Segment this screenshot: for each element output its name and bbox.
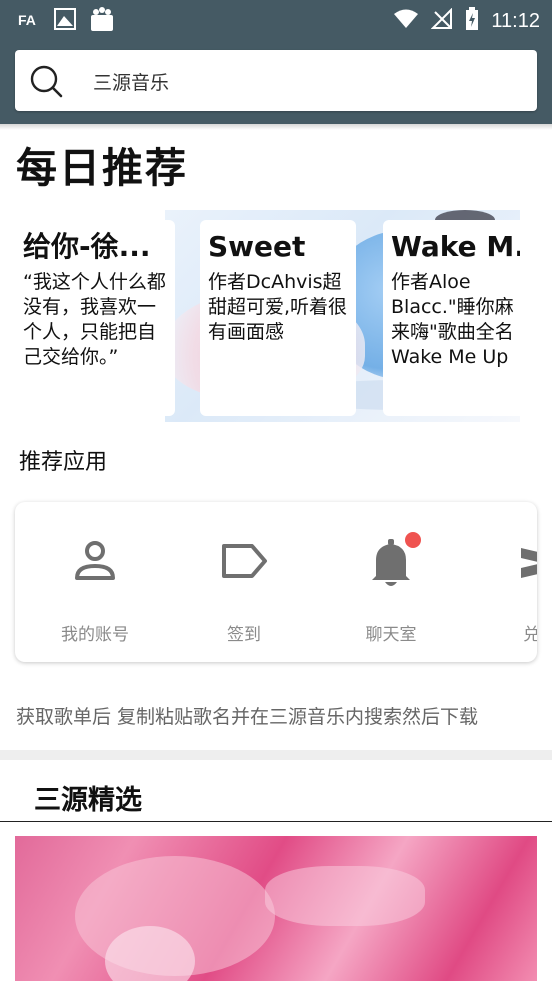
no-signal-icon [431, 7, 453, 34]
exchange-icon [521, 548, 537, 578]
keyboard-icon: FA [18, 11, 40, 31]
recommend-card[interactable]: Wake M... 作者Aloe Blacc."睡你麻来嗨"歌曲全名Wake M… [383, 220, 520, 416]
download-hint-text: 获取歌单后 复制粘贴歌名并在三源音乐内搜索然后下载 [16, 706, 479, 728]
shopping-bag-icon [90, 6, 114, 36]
status-bar-right: 11:12 [393, 6, 540, 36]
recommend-card[interactable]: Sweet 作者DcAhvis超甜超可爱,听着很有画面感 [200, 220, 356, 416]
tag-icon [222, 544, 267, 578]
picks-underline [0, 821, 552, 822]
picks-banner-image[interactable] [15, 836, 537, 981]
recommend-card-title: Sweet [208, 230, 306, 263]
svg-text:FA: FA [18, 12, 36, 27]
app-chat-room[interactable]: 聊天室 [316, 502, 466, 662]
notification-badge [405, 532, 421, 548]
app-label: 聊天室 [365, 625, 417, 645]
recommend-card-desc: “我这个人什么都没有，我喜欢一个人，只能把自己交给你。” [23, 271, 166, 368]
battery-charging-icon [465, 7, 479, 35]
daily-recommend-title: 每日推荐 [16, 144, 188, 192]
app-my-account[interactable]: 我的账号 [20, 502, 170, 662]
section-divider [0, 750, 552, 760]
status-time: 11:12 [491, 9, 540, 32]
app-exchange[interactable]: 兑换 [465, 502, 537, 662]
sanyuan-picks-title: 三源精选 [34, 785, 142, 816]
status-bar-left: FA [18, 6, 114, 36]
daily-recommend-carousel[interactable]: 给你-徐... “我这个人什么都没有，我喜欢一个人，只能把自己交给你。” Swe… [15, 210, 520, 422]
top-bar: FA 11:12 三源音乐 [0, 0, 552, 124]
app-check-in[interactable]: 签到 [169, 502, 319, 662]
recommend-card-title: 给你-徐... [23, 230, 151, 263]
app-label: 我的账号 [61, 625, 129, 645]
account-icon [75, 541, 115, 580]
app-label: 兑换 [523, 625, 537, 645]
header-shadow [0, 124, 552, 130]
recommend-card-title: Wake M... [391, 230, 520, 263]
wifi-icon [393, 9, 419, 33]
search-bar[interactable]: 三源音乐 [15, 50, 537, 111]
recommended-apps-row: 我的账号 签到 聊天室 兑换 [15, 502, 537, 662]
recommend-card-desc: 作者DcAhvis超甜超可爱,听着很有画面感 [208, 271, 348, 343]
search-input[interactable]: 三源音乐 [93, 68, 169, 95]
gallery-icon [54, 8, 76, 34]
app-label: 签到 [227, 625, 261, 645]
recommend-card-desc: 作者Aloe Blacc."睡你麻来嗨"歌曲全名Wake Me Up [391, 271, 514, 368]
search-icon [30, 65, 63, 98]
recommend-card[interactable]: 给你-徐... “我这个人什么都没有，我喜欢一个人，只能把自己交给你。” [15, 220, 175, 416]
recommended-apps-title: 推荐应用 [19, 450, 108, 475]
